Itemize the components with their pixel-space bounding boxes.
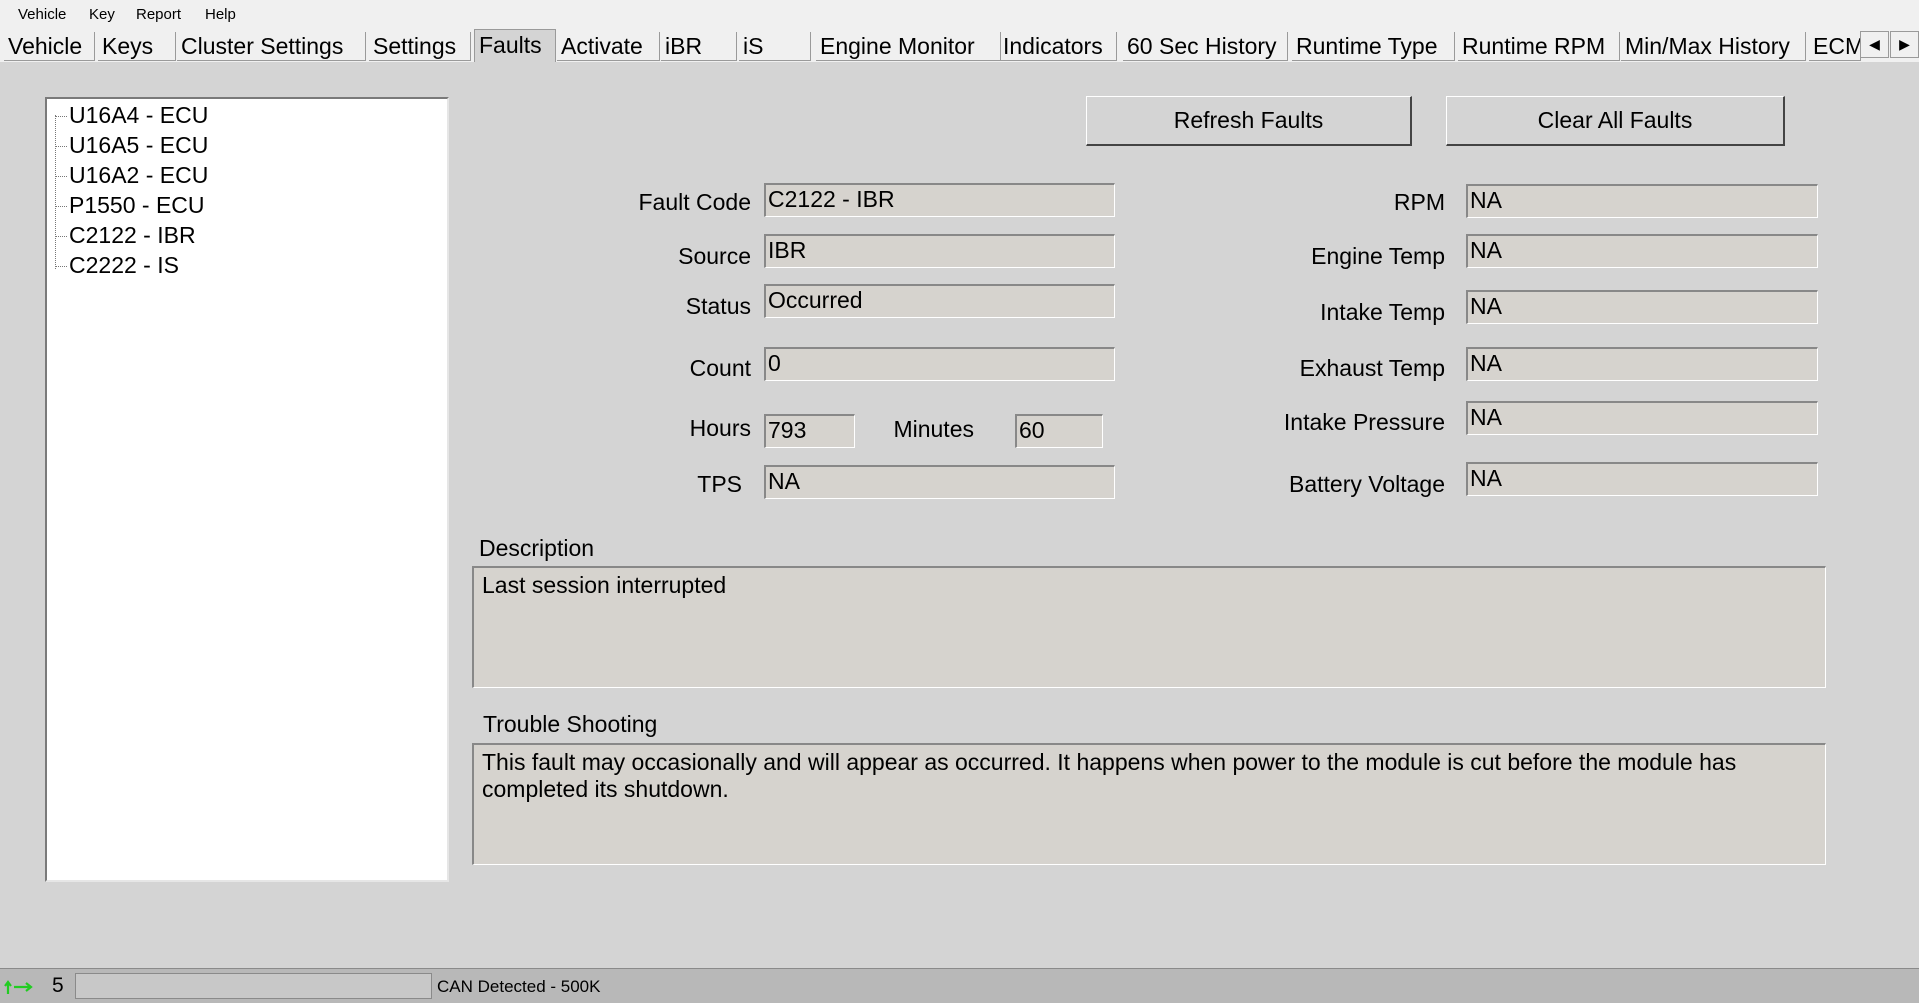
rpm-field: NA [1466,184,1818,218]
battery-voltage-field: NA [1466,462,1818,496]
menu-bar: Vehicle Key Report Help [0,0,1919,30]
source-label: Source [678,243,751,269]
fault-item[interactable]: C2122 - IBR [55,221,196,249]
triangle-right-icon: ▶ [1899,36,1910,52]
tab-ibr[interactable]: iBR [661,32,737,61]
menu-vehicle[interactable]: Vehicle [18,6,66,23]
menu-report[interactable]: Report [136,6,181,23]
rpm-label: RPM [1393,189,1445,215]
intake-temp-label: Intake Temp [1320,299,1445,325]
fault-item[interactable]: U16A2 - ECU [55,161,208,189]
status-label: Status [685,293,751,319]
status-count: 5 [52,974,64,997]
tab-indicators[interactable]: Indicators [999,32,1117,61]
tab-vehicle[interactable]: Vehicle [4,32,95,61]
hours-label: Hours [689,415,751,441]
trouble-shooting-box: This fault may occasionally and will app… [472,743,1826,865]
status-field: Occurred [764,284,1115,318]
fault-code-field: C2122 - IBR [764,183,1115,217]
status-bar: 5 CAN Detected - 500K [0,968,1919,1003]
tab-keys[interactable]: Keys [98,32,176,61]
tab-runtime-rpm[interactable]: Runtime RPM [1458,32,1620,61]
fault-item[interactable]: C2222 - IS [55,251,179,279]
battery-voltage-label: Battery Voltage [1289,471,1445,497]
tab-faults[interactable]: Faults [474,29,556,62]
exhaust-temp-label: Exhaust Temp [1299,355,1445,381]
triangle-left-icon: ◀ [1869,36,1880,52]
count-label: Count [689,355,751,381]
clear-all-faults-button[interactable]: Clear All Faults [1446,96,1785,146]
connection-arrows-icon [4,980,33,994]
intake-temp-field: NA [1466,290,1818,324]
tab-60-sec-history[interactable]: 60 Sec History [1123,32,1288,61]
fault-item[interactable]: U16A5 - ECU [55,131,208,159]
engine-temp-field: NA [1466,234,1818,268]
tps-field: NA [764,465,1115,499]
intake-pressure-field: NA [1466,401,1818,435]
count-field: 0 [764,347,1115,381]
can-status-text: CAN Detected - 500K [437,977,601,996]
tab-scroll-right-button[interactable]: ▶ [1890,31,1919,58]
tab-engine-monitor[interactable]: Engine Monitor [816,32,1001,61]
tab-activate[interactable]: Activate [557,32,660,61]
engine-temp-label: Engine Temp [1311,243,1445,269]
minutes-field: 60 [1015,414,1103,448]
tps-label: TPS [697,471,742,497]
tab-ecm[interactable]: ECM [1809,32,1861,61]
tab-settings[interactable]: Settings [369,32,471,61]
fault-tree[interactable]: U16A4 - ECU U16A5 - ECU U16A2 - ECU P155… [45,97,449,882]
hours-field: 793 [764,414,855,448]
fault-item[interactable]: U16A4 - ECU [55,101,208,129]
status-panel [75,973,432,999]
tab-runtime-type[interactable]: Runtime Type [1292,32,1455,61]
trouble-shooting-label: Trouble Shooting [483,711,658,737]
tab-min-max-history[interactable]: Min/Max History [1621,32,1806,61]
tab-scroll-left-button[interactable]: ◀ [1860,31,1889,58]
fault-item[interactable]: P1550 - ECU [55,191,205,219]
description-box: Last session interrupted [472,566,1826,688]
menu-key[interactable]: Key [89,6,115,23]
exhaust-temp-field: NA [1466,347,1818,381]
tab-bar: Vehicle Keys Cluster Settings Settings F… [0,29,1919,62]
description-label: Description [479,535,595,561]
refresh-faults-button[interactable]: Refresh Faults [1086,96,1412,146]
intake-pressure-label: Intake Pressure [1283,409,1445,435]
tab-cluster-settings[interactable]: Cluster Settings [177,32,366,61]
menu-help[interactable]: Help [205,6,236,23]
source-field: IBR [764,234,1115,268]
minutes-label: Minutes [893,416,974,442]
fault-code-label: Fault Code [638,189,751,215]
tab-is[interactable]: iS [739,32,811,61]
